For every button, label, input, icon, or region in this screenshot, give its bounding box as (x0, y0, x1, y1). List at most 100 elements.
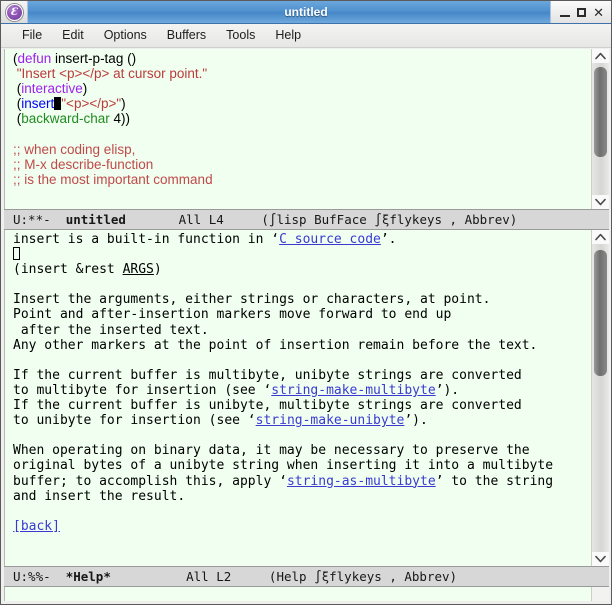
text-span: "Insert <p></p> at cursor point." (16, 66, 208, 82)
buffer-line (13, 247, 591, 262)
menu-item-buffers[interactable]: Buffers (157, 27, 216, 44)
scroll-thumb[interactable] (594, 66, 607, 157)
text-span: ’). (404, 413, 428, 429)
scroll-up-icon[interactable] (592, 49, 609, 63)
help-mode-line-buffer-name: *Help* (65, 569, 111, 584)
scroll-track[interactable] (592, 63, 609, 195)
text-span: ARGS (122, 262, 154, 278)
text-span: to unibyte for insertion (see ‘ (13, 413, 256, 429)
minimize-button[interactable] (560, 14, 571, 17)
menu-item-file[interactable]: File (12, 27, 52, 44)
text-span: Insert the arguments, either strings or … (13, 292, 491, 308)
buffer-line: (interactive) (13, 81, 591, 96)
menu-item-edit[interactable]: Edit (52, 27, 94, 44)
text-span: ( (13, 111, 22, 127)
buffer-line: after the inserted text. (13, 323, 591, 338)
help-mode-line-modes: (Help ∫ξflykeys , Abbrev) (268, 569, 458, 584)
buffer-line: buffer; to accomplish this, apply ‘strin… (13, 474, 591, 489)
ml-gap-3 (224, 212, 262, 227)
ml-gap-5 (111, 569, 186, 584)
code-buffer-row: (defun insert-p-tag () "Insert <p></p> a… (4, 49, 609, 209)
scroll-up-icon[interactable] (592, 230, 609, 244)
text-span: ) (82, 81, 88, 97)
text-span: If the current buffer is unibyte, multib… (13, 398, 522, 414)
text-span: Any other markers at the point of insert… (13, 337, 538, 353)
menu-item-help[interactable]: Help (265, 27, 311, 44)
text-span: ) (121, 96, 126, 112)
code-mode-line[interactable]: U:**- untitled All L4 (∫lisp BufFace ∫ξf… (4, 209, 609, 230)
menu-bar: File Edit Options Buffers Tools Help (1, 24, 611, 48)
scroll-down-icon[interactable] (592, 195, 609, 209)
code-mode-line-modes: (∫lisp BufFace ∫ξflykeys , Abbrev) (261, 212, 518, 227)
menu-item-options[interactable]: Options (94, 27, 157, 44)
buffer-line: When operating on binary data, it may be… (13, 443, 591, 458)
help-link[interactable]: [back] (13, 519, 60, 534)
buffer-line: and insert the result. (13, 489, 591, 504)
buffer-line: original bytes of a unibyte string when … (13, 458, 591, 473)
text-span: original bytes of a unibyte string when … (13, 458, 554, 474)
buffer-line: [back] (13, 519, 591, 534)
code-mode-line-encoding: U:**- (13, 212, 51, 227)
help-window: insert is a built-in function in ‘C sour… (4, 230, 609, 601)
help-mode-line[interactable]: U:%%- *Help* All L2 (Help ∫ξflykeys , Ab… (4, 566, 609, 587)
menu-item-tools[interactable]: Tools (216, 27, 265, 44)
text-cursor-hollow (13, 247, 20, 261)
buffer-line: If the current buffer is unibyte, multib… (13, 398, 591, 413)
help-mode-line-position: All L2 (186, 569, 232, 584)
text-span: When operating on binary data, it may be… (13, 443, 530, 459)
emacs-frame: (defun insert-p-tag () "Insert <p></p> a… (1, 48, 611, 604)
text-span: ( (13, 81, 22, 97)
buffer-line: If the current buffer is multibyte, unib… (13, 368, 591, 383)
help-link[interactable]: string-make-multibyte (271, 383, 435, 398)
buffer-line: Any other markers at the point of insert… (13, 338, 591, 353)
scroll-track[interactable] (592, 244, 609, 552)
text-span: ( (13, 96, 22, 112)
echo-area-text (12, 587, 591, 601)
ml-gap-2 (126, 212, 179, 227)
code-window: (defun insert-p-tag () "Insert <p></p> a… (4, 49, 609, 230)
emacs-window: Ɛ untitled ✕ File Edit Options Buffers T… (0, 0, 612, 605)
text-span: buffer; to accomplish this, apply ‘ (13, 473, 287, 489)
text-span: "<p></p>" (61, 96, 122, 112)
code-scrollbar[interactable] (591, 49, 609, 209)
text-span: insert (21, 96, 55, 112)
buffer-line: "Insert <p></p> at cursor point." (13, 66, 591, 81)
echo-fringe (4, 587, 12, 601)
ml-gap-6 (231, 569, 269, 584)
help-buffer-text[interactable]: insert is a built-in function in ‘C sour… (12, 230, 591, 566)
text-span: to multibyte for insertion (see ‘ (13, 382, 272, 398)
close-icon[interactable]: ✕ (593, 6, 604, 19)
help-mode-line-encoding: U:%%- (13, 569, 51, 584)
text-span: insert is a built-in function in ‘ (13, 232, 280, 247)
help-scrollbar[interactable] (591, 230, 609, 566)
buffer-line (13, 126, 591, 141)
text-span: ’. (380, 232, 397, 247)
window-menu-button[interactable]: Ɛ (1, 1, 28, 23)
buffer-line (13, 504, 591, 519)
buffer-line: Point and after-insertion markers move f… (13, 307, 591, 322)
echo-scrollbar-pad (591, 587, 609, 601)
code-fringe (4, 49, 12, 209)
scroll-thumb[interactable] (594, 250, 607, 377)
buffer-line (13, 277, 591, 292)
scroll-down-icon[interactable] (592, 552, 609, 566)
text-span: insert-p-tag () (51, 51, 137, 66)
help-link[interactable]: string-make-unibyte (256, 413, 405, 428)
code-buffer-text[interactable]: (defun insert-p-tag () "Insert <p></p> a… (12, 49, 591, 209)
ml-gap-1 (51, 212, 66, 227)
text-span: ;; M-x describe-function (13, 156, 154, 172)
buffer-line: (defun insert-p-tag () (13, 51, 591, 66)
help-link[interactable]: string-as-multibyte (287, 474, 436, 489)
text-span: ’ to the string (435, 473, 554, 489)
help-fringe (4, 230, 12, 566)
text-span: Point and after-insertion markers move f… (13, 307, 452, 323)
echo-area (4, 587, 609, 601)
text-span: backward-char (21, 111, 110, 127)
window-controls: ✕ (550, 1, 611, 23)
text-span: 4)) (109, 111, 131, 127)
buffer-line: to multibyte for insertion (see ‘string-… (13, 383, 591, 398)
title-bar[interactable]: Ɛ untitled ✕ (1, 1, 611, 24)
help-link[interactable]: C source code (279, 232, 381, 247)
maximize-button[interactable] (577, 7, 587, 17)
help-buffer-row: insert is a built-in function in ‘C sour… (4, 230, 609, 566)
